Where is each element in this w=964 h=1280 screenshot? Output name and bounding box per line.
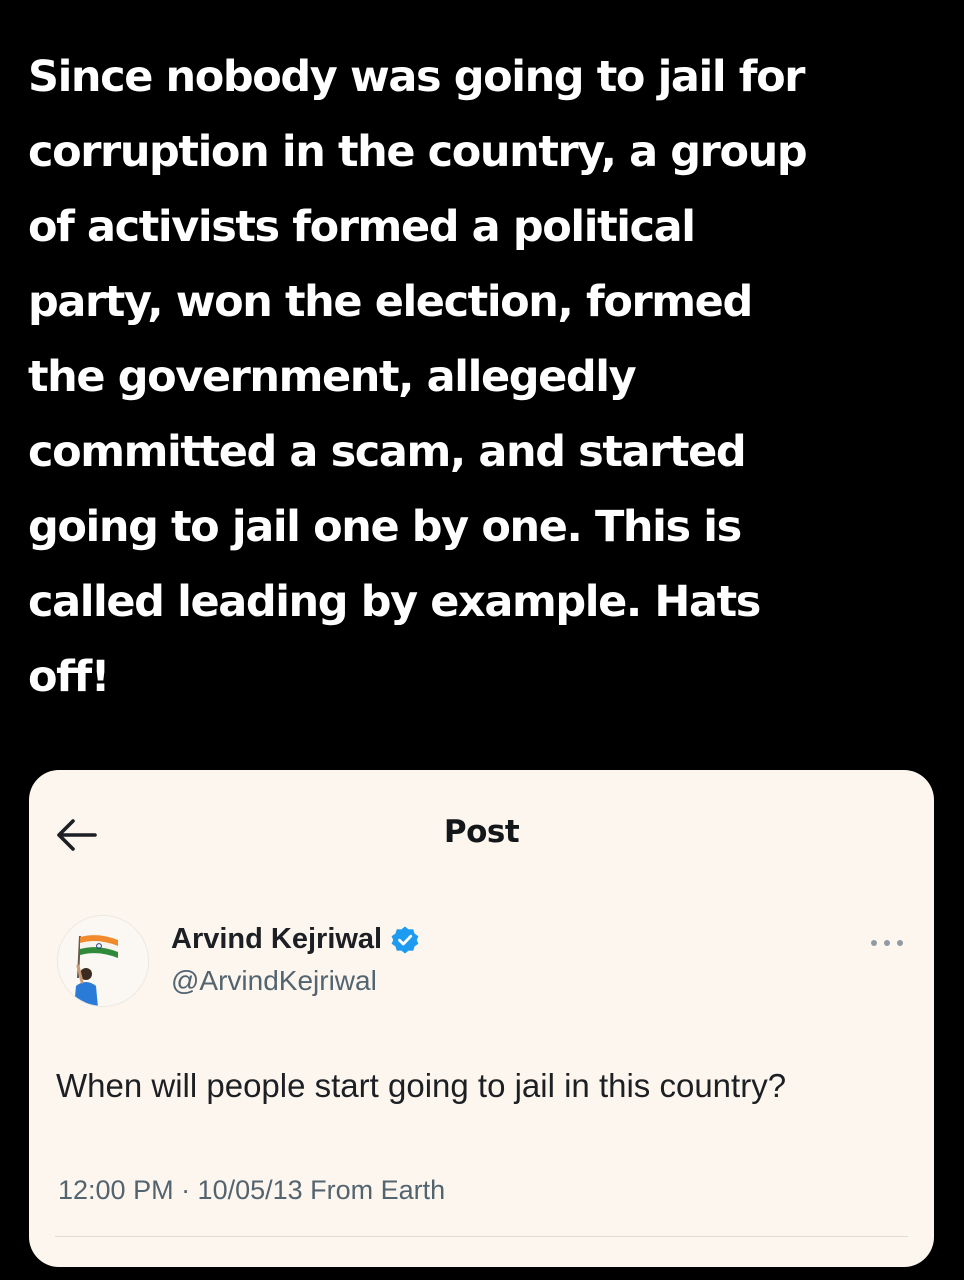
display-name[interactable]: Arvind Kejriwal [171, 923, 382, 956]
meme-caption: Since nobody was going to jail for corru… [28, 40, 928, 715]
caption-line: off! [28, 652, 110, 702]
caption-line: party, won the election, formed [28, 277, 753, 327]
caption-line: Since nobody was going to jail for [28, 52, 805, 102]
avatar[interactable] [57, 915, 149, 1007]
user-handle[interactable]: @ArvindKejriwal [171, 965, 377, 997]
caption-line: the government, allegedly [28, 352, 637, 402]
caption-line: called leading by example. Hats [28, 577, 761, 627]
caption-line: corruption in the country, a group [28, 127, 808, 177]
more-dots-icon[interactable] [867, 933, 907, 953]
verified-badge-icon [391, 926, 419, 953]
caption-line: committed a scam, and started [28, 427, 747, 477]
divider [55, 1236, 908, 1237]
caption-line: going to jail one by one. This is [28, 502, 742, 552]
post-text: When will people start going to jail in … [56, 1067, 787, 1104]
profile-photo-with-flag [58, 916, 148, 1006]
post-card: Post Arvind Kejriwal @ArvindKejriwal Whe… [29, 770, 934, 1267]
caption-line: of activists formed a political [28, 202, 696, 252]
author-name-row: Arvind Kejriwal [171, 923, 420, 956]
post-timestamp: 12:00 PM · 10/05/13 From Earth [58, 1175, 446, 1205]
page-title: Post [443, 814, 520, 850]
